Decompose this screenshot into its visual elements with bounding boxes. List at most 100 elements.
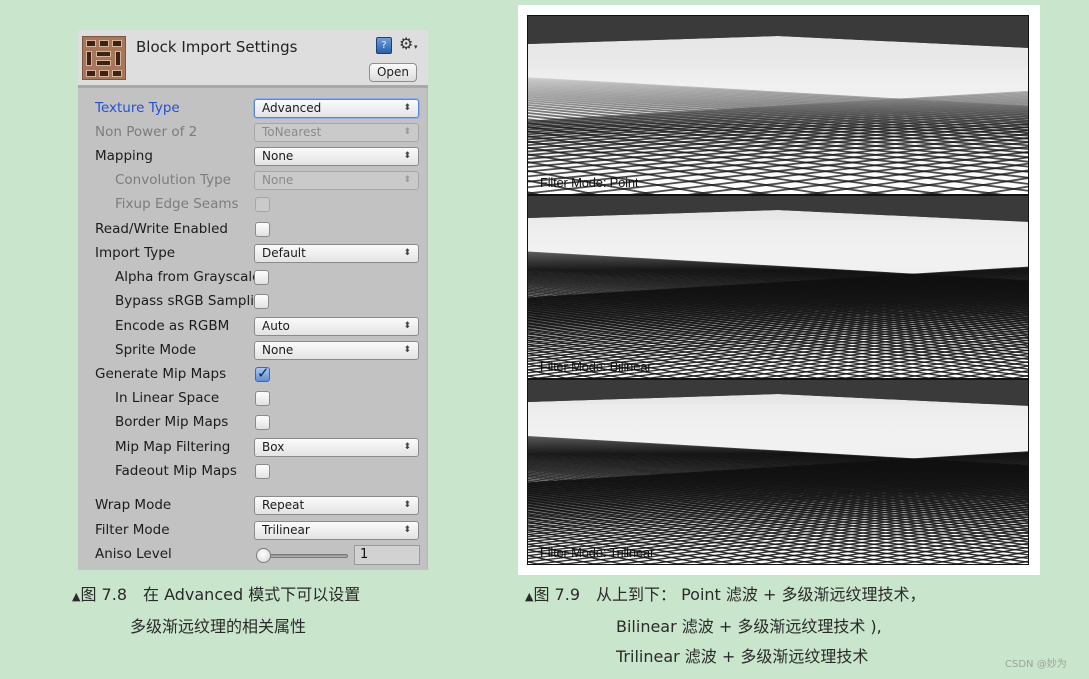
aniso-level-input[interactable]: 1	[354, 545, 420, 565]
dropdown-arrows-icon: ⬍	[403, 248, 411, 258]
property-row: Fixup Edge Seams	[78, 193, 428, 215]
dropdown-value: Repeat	[262, 498, 305, 512]
render-bilinear: Filter Mode: Bilinear	[527, 195, 1029, 379]
property-row: Import Type Default ⬍	[78, 242, 428, 264]
property-row: Aniso Level 1	[78, 543, 428, 565]
property-row: Fadeout Mip Maps	[78, 460, 428, 482]
dropdown-value: Trilinear	[262, 523, 310, 537]
property-label: Border Mip Maps	[115, 414, 229, 430]
property-label: Sprite Mode	[115, 342, 197, 358]
property-checkbox[interactable]	[255, 364, 270, 382]
property-dropdown[interactable]: None ⬍	[254, 147, 419, 166]
property-dropdown[interactable]: None ⬍	[254, 341, 419, 360]
property-label: Non Power of 2	[95, 124, 198, 140]
property-row: Non Power of 2 ToNearest ⬍	[78, 121, 428, 143]
dropdown-value: None	[262, 173, 294, 187]
property-checkbox[interactable]	[255, 222, 270, 237]
property-checkbox[interactable]	[255, 464, 270, 479]
dropdown-arrows-icon: ⬍	[403, 321, 411, 331]
grid-render	[528, 16, 1028, 194]
dropdown-value: ToNearest	[262, 125, 322, 139]
figure-caption-7-8: ▲图 7.8 在 Advanced 模式下可以设置 多级渐远纹理的相关属性	[72, 580, 360, 642]
property-dropdown[interactable]: Auto ⬍	[254, 317, 419, 336]
property-row: Border Mip Maps	[78, 411, 428, 433]
property-checkbox[interactable]	[254, 270, 269, 285]
property-label: Encode as RGBM	[115, 318, 230, 334]
property-dropdown: None ⬍	[254, 171, 419, 190]
dropdown-value: Default	[262, 246, 306, 260]
property-row: Mip Map Filtering Box ⬍	[78, 436, 428, 458]
property-label: Wrap Mode	[95, 497, 172, 513]
property-label: Generate Mip Maps	[95, 366, 227, 382]
property-row: Texture Type Advanced ⬍	[78, 97, 428, 119]
property-row: Alpha from Grayscale	[78, 266, 428, 288]
property-dropdown[interactable]: Default ⬍	[254, 244, 419, 263]
horizon-haze	[528, 220, 1028, 270]
property-checkbox[interactable]	[254, 294, 269, 309]
property-label: In Linear Space	[115, 390, 220, 406]
property-row: In Linear Space	[78, 387, 428, 409]
dropdown-value: None	[262, 343, 294, 357]
dropdown-arrows-icon: ⬍	[403, 442, 411, 452]
property-label: Fixup Edge Seams	[115, 196, 239, 212]
property-row: Bypass sRGB Sampling	[78, 290, 428, 312]
dropdown-arrows-icon: ⬍	[403, 151, 411, 161]
render-trilinear: Filter Mode: Trilinear	[527, 379, 1029, 565]
figure-caption-7-9: ▲图 7.9 从上到下： Point 滤波 + 多级渐远纹理技术， Biline…	[525, 580, 925, 672]
property-row: Convolution Type None ⬍	[78, 169, 428, 191]
caption-line: Trilinear 滤波 + 多级渐远纹理技术	[616, 647, 869, 666]
help-book-icon[interactable]: ?	[376, 37, 392, 54]
property-label: Texture Type	[95, 100, 180, 116]
property-dropdown[interactable]: Trilinear ⬍	[254, 521, 419, 540]
property-dropdown[interactable]: Advanced ⬍	[254, 99, 419, 118]
dropdown-arrows-icon: ⬍	[403, 500, 411, 510]
property-checkbox	[255, 197, 270, 212]
grid-render	[528, 380, 1028, 564]
property-dropdown: ToNearest ⬍	[254, 123, 419, 142]
inspector-header: Block Import Settings ? ⚙ ▾ Open	[78, 30, 428, 88]
horizon-haze	[528, 404, 1028, 454]
property-dropdown[interactable]: Repeat ⬍	[254, 496, 419, 515]
property-row: Mapping None ⬍	[78, 145, 428, 167]
property-dropdown[interactable]: Box ⬍	[254, 438, 419, 457]
watermark: CSDN @妙为	[1005, 659, 1067, 670]
dropdown-value: Advanced	[262, 101, 322, 115]
render-point: Filter Mode: Point	[527, 15, 1029, 195]
render-label: Filter Mode: Trilinear	[540, 545, 655, 560]
property-checkbox[interactable]	[255, 391, 270, 406]
property-label: Read/Write Enabled	[95, 221, 228, 237]
caption-line: 多级渐远纹理的相关属性	[130, 617, 307, 636]
dropdown-value: Auto	[262, 319, 290, 333]
property-row: Read/Write Enabled	[78, 218, 428, 240]
property-checkbox[interactable]	[255, 415, 270, 430]
filter-mode-comparison-figure: Filter Mode: Point Filter Mode: Bilinear…	[518, 5, 1040, 575]
dropdown-arrows-icon: ⬍	[403, 525, 411, 535]
aniso-slider-track[interactable]	[258, 554, 348, 558]
inspector-title: Block Import Settings	[136, 38, 298, 56]
caption-line: Bilinear 滤波 + 多级渐远纹理技术 ),	[616, 617, 882, 636]
dropdown-arrows-icon: ⬍	[403, 103, 411, 113]
property-label: Aniso Level	[95, 546, 172, 562]
property-row: Wrap Mode Repeat ⬍	[78, 494, 428, 516]
property-label: Import Type	[95, 245, 176, 261]
gear-icon[interactable]: ⚙	[399, 34, 413, 53]
dropdown-arrows-icon: ⬍	[403, 345, 411, 355]
property-label: Alpha from Grayscale	[115, 269, 255, 285]
render-label: Filter Mode: Bilinear	[540, 359, 652, 374]
texture-import-inspector: Block Import Settings ? ⚙ ▾ Open Texture…	[78, 30, 428, 570]
property-row: Sprite Mode None ⬍	[78, 339, 428, 361]
grid-render	[528, 196, 1028, 378]
property-row: Filter Mode Trilinear ⬍	[78, 519, 428, 541]
caption-line: 图 7.9 从上到下： Point 滤波 + 多级渐远纹理技术，	[533, 585, 926, 604]
property-label: Convolution Type	[115, 172, 231, 188]
property-label: Filter Mode	[95, 522, 170, 538]
property-row: Generate Mip Maps	[78, 363, 428, 385]
gear-menu-caret-icon[interactable]: ▾	[414, 43, 418, 51]
dropdown-value: Box	[262, 440, 285, 454]
dropdown-arrows-icon: ⬍	[403, 127, 411, 137]
horizon-haze	[528, 68, 1028, 128]
open-button[interactable]: Open	[369, 63, 417, 82]
property-label: Mapping	[95, 148, 153, 164]
property-label: Fadeout Mip Maps	[115, 463, 237, 479]
aniso-slider-thumb[interactable]	[256, 548, 271, 563]
